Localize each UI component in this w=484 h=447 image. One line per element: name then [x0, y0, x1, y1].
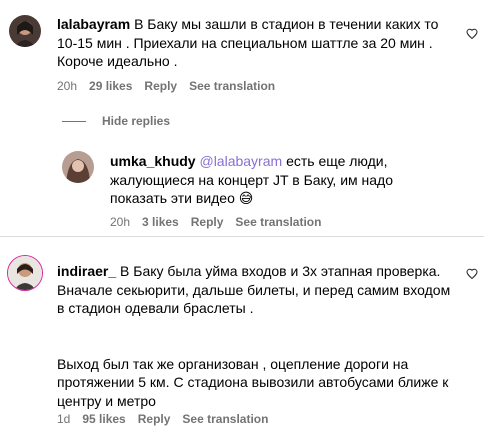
comment-line: Короче идеально .: [57, 53, 178, 69]
comment-line: есть еще люди,: [286, 153, 388, 169]
comment-line: протяжении 5 км. С стадиона вывозили авт…: [57, 374, 449, 390]
comment-meta: 20h 29 likes Reply See translation: [57, 79, 275, 93]
username[interactable]: umka_khudy: [110, 153, 196, 169]
comment-line: жалующиеся на концерт JT в Баку, им надо: [110, 171, 394, 188]
see-translation-button[interactable]: See translation: [182, 412, 268, 426]
comment-line: Вначале секьюрити, дальше билеты, и пере…: [57, 281, 451, 298]
comment-body: lalabayram В Баку мы зашли в стадион в т…: [57, 15, 452, 71]
divider: [0, 236, 484, 237]
comment-body: indiraer_ В Баку была уйма входов и 3х э…: [57, 262, 467, 410]
username[interactable]: lalabayram: [57, 16, 130, 32]
heart-icon[interactable]: [466, 268, 478, 280]
likes-count[interactable]: 3 likes: [142, 215, 179, 229]
timestamp[interactable]: 1d: [57, 412, 70, 426]
comment-line: 10-15 мин . Приехали на специальном шатт…: [57, 34, 433, 51]
divider-line: [62, 120, 86, 122]
likes-count[interactable]: 29 likes: [89, 79, 132, 93]
reply-button[interactable]: Reply: [144, 79, 177, 93]
see-translation-button[interactable]: See translation: [235, 215, 321, 229]
comment-meta: 1d 95 likes Reply See translation: [57, 412, 268, 426]
timestamp[interactable]: 20h: [110, 215, 130, 229]
reply-button[interactable]: Reply: [191, 215, 224, 229]
timestamp[interactable]: 20h: [57, 79, 77, 93]
comment-line: в стадион одевали браслеты .: [57, 300, 254, 316]
mention-link[interactable]: @lalabayram: [199, 153, 282, 169]
reply-body: umka_khudy @lalabayram есть еще люди, жа…: [110, 152, 455, 208]
avatar[interactable]: [9, 15, 41, 47]
likes-count[interactable]: 95 likes: [82, 412, 125, 426]
comment-line: В Баку мы зашли в стадион в течении каки…: [134, 16, 439, 32]
see-translation-button[interactable]: See translation: [189, 79, 275, 93]
hide-replies-button[interactable]: Hide replies: [62, 114, 170, 128]
username[interactable]: indiraer_: [57, 263, 116, 279]
comment-meta: 20h 3 likes Reply See translation: [110, 215, 321, 229]
comment-line: Выход был так же организован , оцепление…: [57, 355, 409, 372]
hide-replies-label: Hide replies: [102, 114, 171, 128]
heart-icon[interactable]: [466, 28, 478, 40]
comment-line: показать эти видео 😅: [110, 190, 254, 206]
comment-line: центру и метро: [57, 392, 156, 409]
comment-line: В Баку была уйма входов и 3х этапная про…: [120, 263, 441, 279]
avatar[interactable]: [62, 151, 94, 183]
avatar[interactable]: [7, 255, 43, 291]
reply-button[interactable]: Reply: [138, 412, 171, 426]
